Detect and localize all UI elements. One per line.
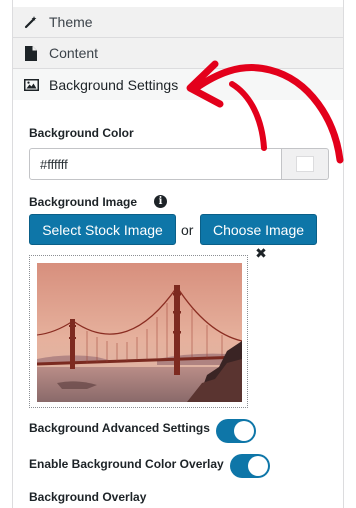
image-icon xyxy=(23,77,39,93)
background-color-label: Background Color xyxy=(29,126,134,140)
info-glyph: i xyxy=(158,196,163,207)
document-icon xyxy=(23,45,39,61)
accordion-background-settings[interactable]: Background Settings xyxy=(13,69,343,101)
enable-background-color-overlay-toggle[interactable] xyxy=(230,454,270,478)
accordion-theme[interactable]: Theme xyxy=(13,7,343,38)
color-swatch xyxy=(296,156,314,172)
toggle-knob xyxy=(234,421,254,441)
accordion-content[interactable]: Content xyxy=(13,38,343,69)
or-separator: or xyxy=(181,222,194,238)
enable-background-color-overlay-label: Enable Background Color Overlay xyxy=(29,457,224,471)
golden-gate-bridge-image xyxy=(37,263,242,402)
background-color-input[interactable] xyxy=(29,148,282,180)
background-advanced-settings-toggle[interactable] xyxy=(216,419,256,443)
background-image-preview xyxy=(29,255,248,408)
accordion-background-settings-label: Background Settings xyxy=(49,76,179,93)
color-picker-button[interactable] xyxy=(281,148,329,180)
info-icon[interactable]: i xyxy=(154,195,167,208)
accordion-theme-label: Theme xyxy=(49,14,93,30)
accordion-content-label: Content xyxy=(49,45,99,61)
background-advanced-settings-label: Background Advanced Settings xyxy=(29,421,210,435)
background-overlay-label: Background Overlay xyxy=(29,490,147,504)
toggle-knob xyxy=(248,456,268,476)
background-image-label: Background Image xyxy=(29,195,138,209)
magic-wand-icon xyxy=(23,14,39,30)
settings-panel: Theme Content Background Settings Backgr… xyxy=(12,0,344,508)
choose-image-button[interactable]: Choose Image xyxy=(200,214,317,245)
select-stock-image-button[interactable]: Select Stock Image xyxy=(29,214,176,245)
remove-image-icon[interactable]: ✖ xyxy=(254,245,268,261)
